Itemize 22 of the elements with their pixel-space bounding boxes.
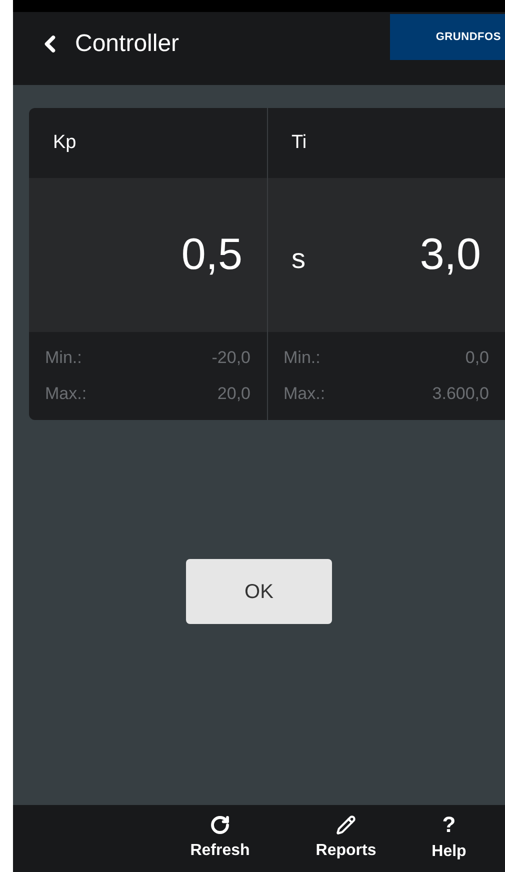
ok-button[interactable]: OK: [186, 559, 332, 624]
logo: GRUNDFOS: [390, 14, 505, 60]
question-mark-icon: ?: [442, 814, 456, 836]
pencil-icon: [336, 814, 356, 834]
page-title: Controller: [75, 29, 180, 59]
parameter-name: Kp: [53, 130, 76, 155]
min-label: Min.:: [284, 348, 322, 369]
min-label: Min.:: [45, 348, 83, 369]
max-value: 3.600,0: [431, 384, 489, 405]
max-label: Max.:: [45, 384, 87, 405]
parameter-name: Ti: [292, 130, 307, 155]
parameter-value[interactable]: 0,5: [181, 222, 242, 288]
max-label: Max.:: [284, 384, 326, 405]
unit-label: s: [292, 242, 306, 276]
toolbar-button[interactable]: Refresh: [157, 805, 283, 872]
refresh-icon: [210, 814, 230, 834]
max-value: 20,0: [216, 384, 250, 405]
toolbar-button[interactable]: Reports: [283, 805, 409, 872]
parameter-value[interactable]: 3,0: [420, 222, 481, 288]
toolbar-button[interactable]: ? Help: [409, 805, 489, 872]
min-value: 0,0: [464, 348, 489, 369]
min-value: -20,0: [210, 348, 250, 369]
